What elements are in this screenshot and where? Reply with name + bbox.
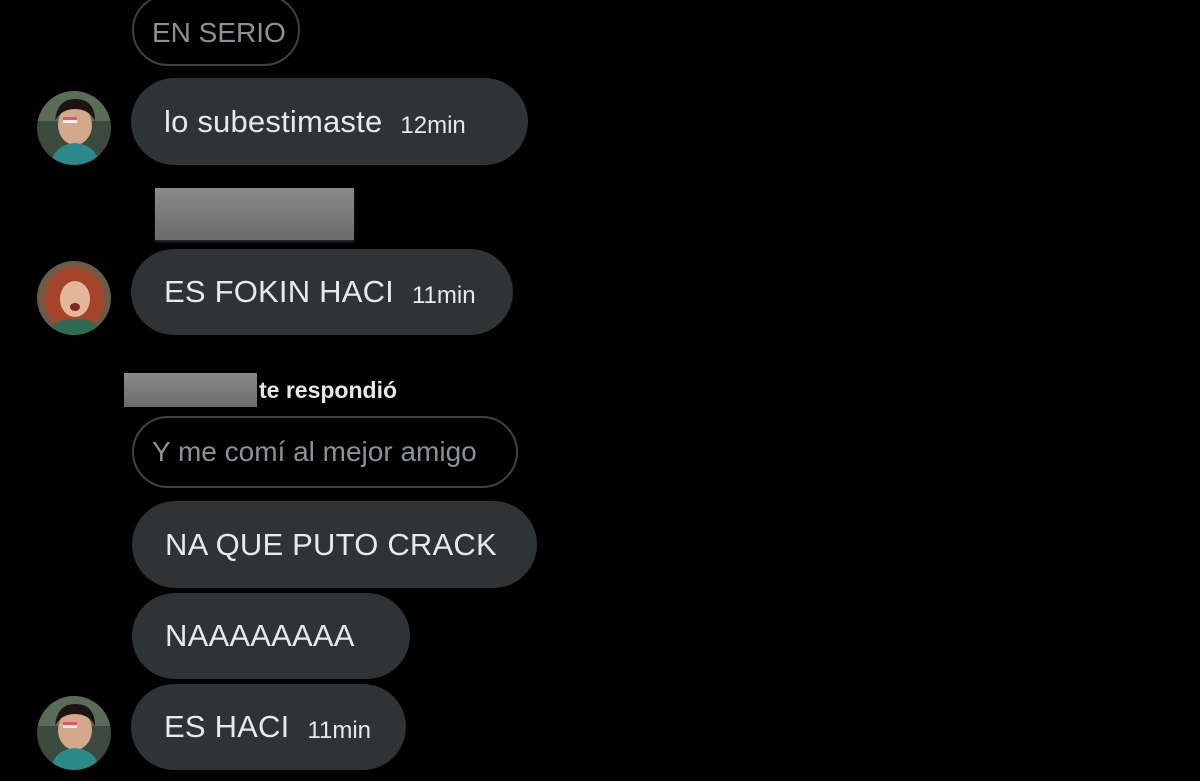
message-bubble[interactable]: ES FOKIN HACI 11min xyxy=(131,249,513,335)
avatar[interactable] xyxy=(37,261,111,335)
avatar[interactable] xyxy=(37,696,111,770)
message-bubble[interactable]: NA QUE PUTO CRACK xyxy=(132,501,537,588)
message-text: NA QUE PUTO CRACK xyxy=(165,526,497,562)
reply-label: te respondió xyxy=(259,377,398,403)
redacted-username xyxy=(155,188,354,240)
quoted-reply[interactable]: Y me comí al mejor amigo xyxy=(132,416,518,488)
avatar[interactable] xyxy=(37,91,111,165)
message-bubble[interactable]: NAAAAAAAA xyxy=(132,593,410,679)
message-text: ES FOKIN HACI xyxy=(164,274,394,309)
redacted-username xyxy=(124,373,257,407)
message-text: lo subestimaste xyxy=(164,103,383,139)
message-bubble[interactable]: lo subestimaste 12min xyxy=(131,78,528,165)
message-timestamp: 11min xyxy=(411,282,476,309)
message-text: ES HACI xyxy=(164,709,290,744)
avatar-redhead-icon xyxy=(37,261,111,335)
message-timestamp: 11min xyxy=(307,717,372,744)
quoted-message-text: EN SERIO xyxy=(152,17,286,48)
message-text: NAAAAAAAA xyxy=(165,618,355,653)
quoted-message-en-serio[interactable]: EN SERIO xyxy=(132,0,300,66)
avatar-boy-icon xyxy=(37,696,111,770)
message-timestamp: 12min xyxy=(400,111,466,139)
avatar-boy-icon xyxy=(37,91,111,165)
quoted-reply-text: Y me comí al mejor amigo xyxy=(152,436,477,467)
message-bubble[interactable]: ES HACI 11min xyxy=(131,684,406,770)
